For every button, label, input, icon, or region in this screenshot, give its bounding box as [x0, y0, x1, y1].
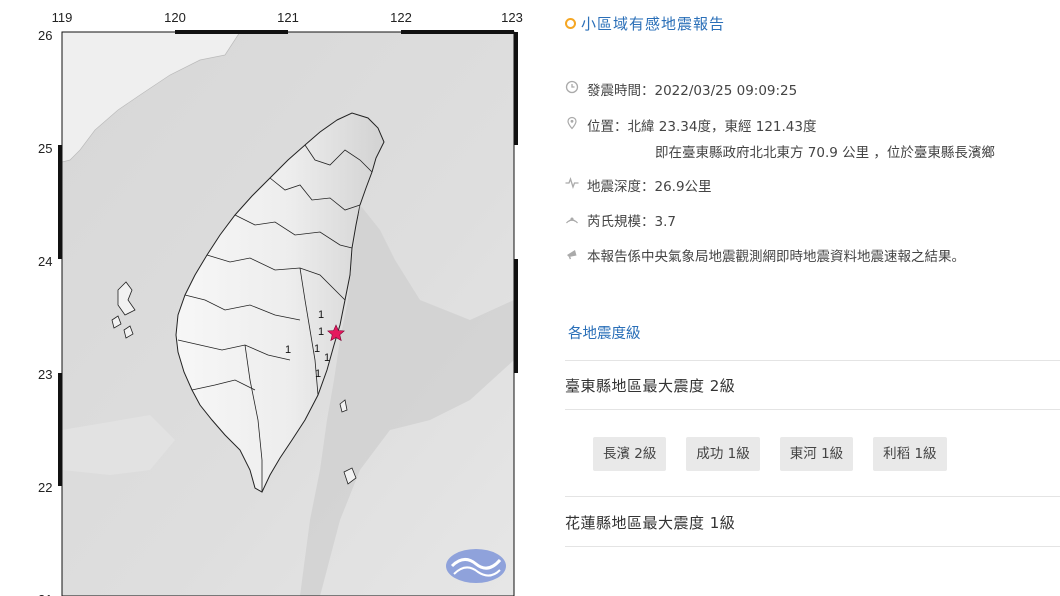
report-title: 小區域有感地震報告 — [565, 13, 725, 34]
lat-tick: 25 — [38, 141, 52, 156]
lon-tick: 122 — [390, 10, 412, 25]
pin-icon — [565, 116, 579, 130]
lat-tick: 26 — [38, 28, 52, 43]
intensity-mark: 1 — [318, 326, 324, 338]
lat-tick: 21 — [38, 592, 52, 596]
report-panel: 小區域有感地震報告 發震時間：2022/03/25 09:09:25 位置：北緯… — [565, 0, 1060, 596]
lat-tick: 22 — [38, 480, 52, 495]
station-chip: 長濱 2級 — [593, 437, 667, 471]
station-chip-list: 長濱 2級 成功 1級 東河 1級 利稻 1級 — [593, 437, 947, 471]
map-svg: 119 120 121 122 123 26 25 24 23 22 21 1 … — [38, 10, 523, 596]
location-text: 位置：北緯 23.34度，東經 121.43度 — [587, 119, 817, 135]
note-text: 本報告係中央氣象局地震觀測網即時地震資料地震速報之結果。 — [587, 249, 965, 265]
intensity-mark: 1 — [318, 309, 324, 321]
note-row: 本報告係中央氣象局地震觀測網即時地震資料地震速報之結果。 — [565, 245, 965, 265]
depth-text: 地震深度：26.9公里 — [587, 179, 712, 195]
lon-tick: 121 — [277, 10, 299, 25]
divider — [565, 409, 1060, 410]
divider — [565, 496, 1060, 497]
depth-row: 地震深度：26.9公里 — [565, 175, 712, 195]
location-row: 位置：北緯 23.34度，東經 121.43度 即在臺東縣政府北北東方 70.9… — [565, 115, 995, 161]
magnitude-row: 芮氏規模：3.7 — [565, 210, 676, 230]
divider — [565, 360, 1060, 361]
lat-tick: 23 — [38, 367, 52, 382]
lon-tick: 120 — [164, 10, 186, 25]
cwb-logo-icon — [446, 549, 506, 583]
time-text: 發震時間：2022/03/25 09:09:25 — [587, 83, 798, 99]
intensity-mark: 1 — [315, 368, 321, 380]
report-title-text: 小區域有感地震報告 — [581, 15, 726, 33]
section-title: 各地震度級 — [568, 326, 641, 342]
intensity-mark: 1 — [285, 344, 291, 356]
title-ring-icon — [565, 18, 576, 29]
magnitude-text: 芮氏規模：3.7 — [587, 214, 676, 230]
station-chip: 成功 1級 — [686, 437, 760, 471]
intensity-mark: 1 — [314, 343, 320, 355]
clock-icon — [565, 80, 579, 94]
station-chip: 東河 1級 — [779, 437, 854, 471]
pulse-icon — [565, 176, 579, 190]
time-row: 發震時間：2022/03/25 09:09:25 — [565, 79, 797, 99]
radar-icon — [565, 211, 579, 225]
county-heading-hualien: 花蓮縣地區最大震度 1級 — [565, 514, 736, 532]
location-detail-text: 即在臺東縣政府北北東方 70.9 公里 ，位於臺東縣長濱鄉 — [655, 145, 995, 161]
intensity-mark: 1 — [324, 352, 330, 364]
earthquake-map: 119 120 121 122 123 26 25 24 23 22 21 1 … — [0, 0, 540, 596]
left-axis-labels: 26 25 24 23 22 21 — [38, 28, 52, 596]
divider — [565, 546, 1060, 547]
station-chip: 利稻 1級 — [873, 437, 947, 471]
lon-tick: 123 — [501, 10, 523, 25]
lat-tick: 24 — [38, 254, 52, 269]
lon-tick: 119 — [52, 10, 73, 25]
megaphone-icon — [565, 246, 579, 260]
top-axis-labels: 119 120 121 122 123 — [52, 10, 523, 25]
county-heading-taitung: 臺東縣地區最大震度 2級 — [565, 377, 736, 395]
